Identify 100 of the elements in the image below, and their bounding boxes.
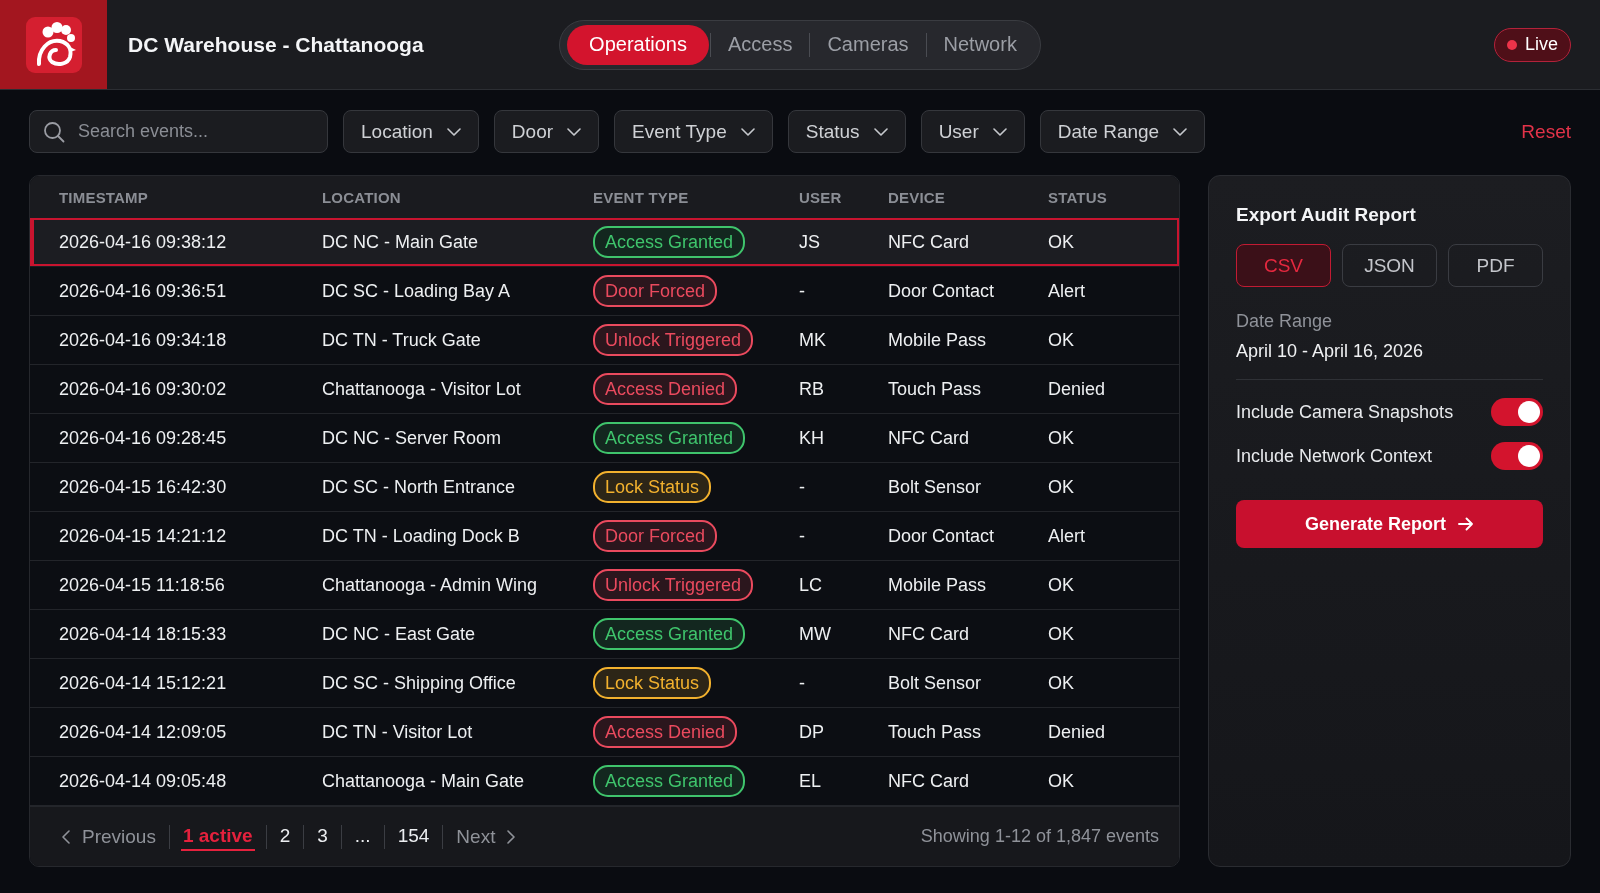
table-cell-text: 2026-04-14 09:05:48	[59, 770, 228, 792]
table-cell-text: LC	[799, 574, 823, 596]
table-cell-text: NFC Card	[888, 770, 970, 792]
event-type-tag: Access Denied	[593, 373, 738, 405]
filter-dropdown[interactable]: User	[920, 110, 1025, 153]
column-header: USER	[799, 188, 843, 206]
event-type-tag: Door Forced	[593, 275, 718, 307]
results-summary: Showing 1-12 of 1,847 events	[920, 826, 1159, 847]
table-cell-text: MW	[799, 623, 832, 645]
table-cell-text: Bolt Sensor	[888, 672, 983, 694]
page-link[interactable]: 3	[315, 822, 330, 851]
table-row[interactable]: 2026-04-16 09:34:18 DC TN - Truck Gate Unlock Triggered MK Mobile Pass OK	[30, 316, 1179, 365]
nav-tab[interactable]: Operations	[567, 24, 709, 65]
panel-title: Export Audit Report	[1236, 203, 1417, 227]
table-cell-text: MK	[799, 329, 827, 351]
table-row[interactable]: 2026-04-15 14:21:12 DC TN - Loading Dock B Door Forced - Door Contact Alert	[30, 512, 1179, 561]
table-cell-text: DC NC - East Gate	[322, 623, 477, 645]
filter-dropdown[interactable]: Event Type	[614, 110, 773, 153]
toggle-switch[interactable]	[1491, 442, 1543, 470]
arrow-right-icon	[1458, 517, 1474, 531]
table-row[interactable]: 2026-04-15 16:42:30 DC SC - North Entrance Lock Status - Bolt Sensor OK	[30, 463, 1179, 512]
page-link[interactable]: 154	[395, 822, 432, 851]
event-type-tag: Unlock Triggered	[593, 569, 754, 601]
chevron-down-icon	[1173, 127, 1188, 136]
table-cell-text: DC SC - Loading Bay A	[322, 280, 512, 302]
nav-tab[interactable]: Access	[711, 24, 809, 65]
table-cell-text: 2026-04-16 09:28:45	[59, 427, 228, 449]
table-cell-text: Alert	[1048, 280, 1086, 302]
table-cell-text: NFC Card	[888, 427, 970, 449]
table-cell-text: Mobile Pass	[888, 329, 988, 351]
table-cell-text: OK	[1048, 770, 1075, 792]
event-type-tag: Access Granted	[593, 422, 746, 454]
table-cell-text: 2026-04-15 11:18:56	[59, 574, 226, 596]
filter-dropdown[interactable]: Door	[493, 110, 600, 153]
table-cell-text: DC TN - Loading Dock B	[322, 525, 521, 547]
table-cell-text: DC SC - North Entrance	[322, 476, 517, 498]
table-cell-text: 2026-04-15 14:21:12	[59, 525, 228, 547]
filter-dropdown[interactable]: Status	[787, 110, 906, 153]
reset-link[interactable]: Reset	[1521, 120, 1571, 143]
table-cell-text: DC TN - Visitor Lot	[322, 721, 474, 743]
column-header: LOCATION	[322, 188, 402, 206]
table-cell-text: EL	[799, 770, 823, 792]
table-cell-text: Denied	[1048, 378, 1107, 400]
option-label: Include Network Context	[1236, 445, 1433, 467]
table-cell-text: KH	[799, 427, 825, 449]
table-cell-text: OK	[1048, 672, 1075, 694]
nav-tab[interactable]: Cameras	[811, 24, 925, 65]
format-option[interactable]: PDF	[1448, 244, 1543, 287]
table-cell-text: 2026-04-15 16:42:30	[59, 476, 228, 498]
format-option[interactable]: JSON	[1342, 244, 1437, 287]
table-cell-text: DP	[799, 721, 825, 743]
table-cell-text: OK	[1048, 231, 1075, 253]
table-row[interactable]: 2026-04-14 12:09:05 DC TN - Visitor Lot Access Denied DP Touch Pass Denied	[30, 708, 1179, 757]
table-cell-text: 2026-04-14 12:09:05	[59, 721, 228, 743]
table-cell-text: DC NC - Main Gate	[322, 231, 480, 253]
event-type-tag: Access Denied	[593, 716, 738, 748]
table-cell-text: Denied	[1048, 721, 1107, 743]
bird-logo-icon	[25, 16, 82, 73]
option-label: Include Camera Snapshots	[1236, 401, 1454, 423]
table-cell-text: -	[799, 476, 806, 498]
event-type-tag: Access Granted	[593, 618, 746, 650]
page-link[interactable]: ...	[352, 822, 373, 851]
table-row[interactable]: 2026-04-16 09:36:51 DC SC - Loading Bay A Door Forced - Door Contact Alert	[30, 267, 1179, 316]
previous-button[interactable]: Previous	[60, 825, 158, 848]
status-dot-icon	[1506, 39, 1517, 50]
nav-tab[interactable]: Network	[927, 24, 1033, 65]
table-cell-text: NFC Card	[888, 623, 970, 645]
next-button[interactable]: Next	[454, 825, 518, 848]
page-link[interactable]: 2	[277, 822, 293, 851]
table-row[interactable]: 2026-04-16 09:28:45 DC NC - Server Room Access Granted KH NFC Card OK	[30, 414, 1179, 463]
toggle-switch[interactable]	[1491, 398, 1543, 426]
event-type-tag: Access Granted	[593, 765, 746, 797]
table-cell-text: 2026-04-16 09:36:51	[59, 280, 228, 302]
table-cell-text: OK	[1048, 476, 1075, 498]
event-type-tag: Unlock Triggered	[593, 324, 754, 356]
event-type-tag: Lock Status	[593, 471, 712, 503]
generate-report-button[interactable]: Generate Report	[1236, 500, 1543, 548]
search-field[interactable]: Search events...	[29, 110, 328, 153]
chevron-down-icon	[992, 127, 1007, 136]
table-cell-text: 2026-04-14 15:12:21	[59, 672, 228, 694]
table-cell-text: DC TN - Truck Gate	[322, 329, 482, 351]
table-row[interactable]: 2026-04-16 09:38:12 DC NC - Main Gate Access Granted JS NFC Card OK	[30, 218, 1179, 267]
chevron-right-icon	[507, 829, 516, 844]
chevron-down-icon	[567, 127, 582, 136]
filter-dropdown[interactable]: Date Range	[1039, 110, 1206, 153]
table-cell-text: -	[799, 280, 806, 302]
table-cell-text: Chattanooga - Main Gate	[322, 770, 526, 792]
table-cell-text: Door Contact	[888, 280, 996, 302]
page-link[interactable]: 1 active	[180, 822, 255, 851]
table-row[interactable]: 2026-04-16 09:30:02 Chattanooga - Visitor Lot Access Denied RB Touch Pass Denied	[30, 365, 1179, 414]
table-cell-text: 2026-04-16 09:34:18	[59, 329, 228, 351]
filter-dropdown[interactable]: Location	[343, 110, 479, 153]
date-range-value: April 10 - April 16, 2026	[1236, 340, 1425, 362]
site-title: DC Warehouse - Chattanooga	[128, 32, 424, 57]
table-row[interactable]: 2026-04-14 18:15:33 DC NC - East Gate Access Granted MW NFC Card OK	[30, 610, 1179, 659]
table-cell-text: Bolt Sensor	[888, 476, 983, 498]
table-row[interactable]: 2026-04-15 11:18:56 Chattanooga - Admin Wing Unlock Triggered LC Mobile Pass OK	[30, 561, 1179, 610]
table-cell-text: Alert	[1048, 525, 1086, 547]
format-option[interactable]: CSV	[1236, 244, 1331, 287]
table-row[interactable]: 2026-04-14 15:12:21 DC SC - Shipping Office Lock Status - Bolt Sensor OK	[30, 659, 1179, 708]
